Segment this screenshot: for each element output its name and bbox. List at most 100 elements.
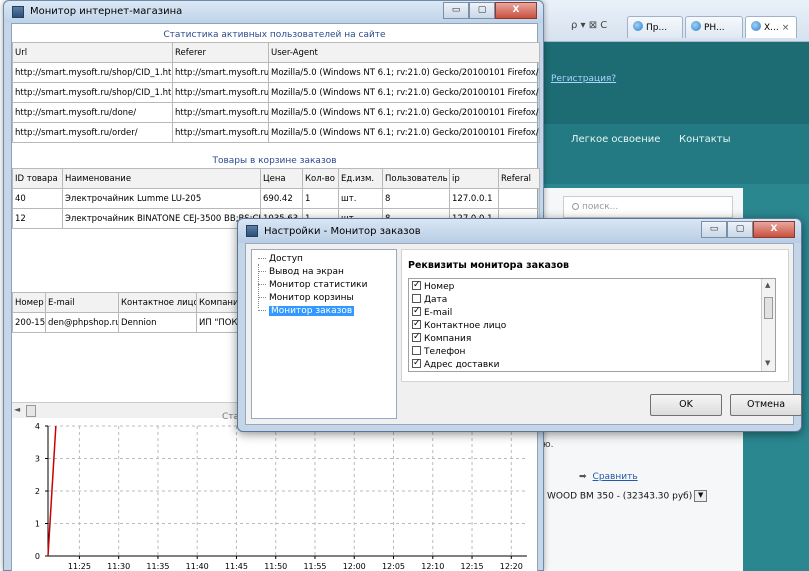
field-checkbox-item[interactable]: Дата (412, 294, 447, 305)
field-checkbox-item[interactable]: Компания (412, 331, 472, 344)
dialog-minimize-button[interactable]: ▭ (701, 221, 727, 238)
site-search-input[interactable]: поиск... (563, 196, 733, 218)
compare-row: ➡ Сравнить (579, 472, 638, 482)
loading-icon (751, 21, 761, 31)
browser-tab-3[interactable]: X... × (745, 16, 797, 38)
active_users-col-header[interactable]: User-Agent (268, 42, 540, 63)
orders-col-header[interactable]: E-mail (45, 292, 119, 313)
x-tick-label: 11:50 (264, 562, 287, 571)
tree-item-label: Доступ (269, 254, 303, 264)
close-tab-icon[interactable]: × (782, 23, 790, 33)
settings-dialog: Настройки - Монитор заказов ▭ ▢ X Доступ… (237, 218, 802, 432)
checkbox-unchecked[interactable] (412, 294, 421, 303)
table-row[interactable]: http://smart.mysoft.ru/shop/CID_1.html ht… (12, 62, 540, 83)
checkbox-checked[interactable] (412, 318, 421, 330)
scroll-up-icon[interactable]: ▲ (765, 281, 770, 289)
close-button[interactable]: X (495, 2, 537, 19)
scroll-thumb[interactable] (764, 297, 773, 319)
tree-item[interactable]: Монитор заказов (258, 306, 355, 316)
table-row[interactable]: 200-15 den@phpshop.ru Dennion ИП "ПОК (12, 312, 253, 333)
chevron-down-icon[interactable]: ▼ (694, 490, 708, 502)
tree-item[interactable]: Вывод на экран (258, 267, 344, 277)
orders-col-header[interactable]: Контактное лицо (118, 292, 197, 313)
scroll-down-icon[interactable]: ▼ (765, 359, 770, 367)
table-cell: Mozilla/5.0 (Windows NT 6.1; rv:21.0) Ge… (268, 62, 540, 83)
checkbox-checked[interactable] (412, 357, 421, 369)
ie-icon (691, 21, 701, 31)
table-row[interactable]: http://smart.mysoft.ru/order/http://smar… (12, 122, 540, 143)
browser-tab-2[interactable]: PH... (685, 16, 743, 38)
site-nav: Легкое освоение Контакты (535, 124, 809, 184)
active_users-col-header[interactable]: Url (12, 42, 173, 63)
dialog-client: Доступ Вывод на экран Монитор статистики Мо… (245, 243, 802, 425)
orders-table: Номер E-mail Контактное лицо Компания 200-1… (12, 292, 253, 333)
nav-item-easy[interactable]: Легкое освоение (571, 134, 660, 145)
field-checkbox-item[interactable]: E-mail (412, 305, 452, 318)
checkbox-checked[interactable] (412, 279, 421, 291)
minimize-button[interactable]: ▭ (443, 2, 469, 19)
dialog-close-button[interactable]: X (753, 221, 795, 238)
maximize-button[interactable]: ▢ (469, 2, 495, 19)
table-cell: Электрочайник BINATONE CEJ-3500 BB;BS;CP (62, 208, 261, 229)
cancel-button[interactable]: Отмена (730, 394, 802, 416)
checkbox-checked[interactable] (412, 331, 421, 343)
table-row[interactable]: http://smart.mysoft.ru/done/http://smart… (12, 102, 540, 123)
tree-branch (258, 284, 266, 285)
fields-vertical-scrollbar[interactable]: ▲ ▼ (761, 279, 775, 371)
field-label: Дата (424, 295, 448, 305)
tree-item-label: Монитор корзины (269, 293, 354, 303)
x-tick-label: 11:30 (107, 562, 130, 571)
monitor-titlebar[interactable]: Монитор интернет-магазина ▭ ▢ X (4, 1, 543, 23)
y-tick-label: 0 (35, 552, 40, 561)
field-checkbox-item[interactable]: Телефон (412, 346, 465, 357)
field-label: Компания (424, 334, 472, 344)
cart-col-header[interactable]: ID товара (12, 168, 63, 189)
dialog-maximize-button[interactable]: ▢ (727, 221, 753, 238)
field-checkbox-item[interactable]: Контактное лицо (412, 318, 507, 331)
scroll-thumb[interactable] (26, 405, 36, 417)
field-label: Контактное лицо (424, 321, 507, 331)
search-icon (572, 203, 579, 210)
x-tick-label: 11:40 (186, 562, 209, 571)
browser-tab-1[interactable]: Пр... (627, 16, 683, 38)
compare-link[interactable]: Сравнить (593, 472, 638, 482)
ok-button[interactable]: OK (650, 394, 722, 416)
active_users-col-header[interactable]: Referer (172, 42, 269, 63)
table-cell: Mozilla/5.0 (Windows NT 6.1; rv:21.0) Ge… (268, 102, 540, 123)
tree-item[interactable]: Монитор статистики (258, 280, 367, 290)
table-row[interactable]: http://smart.mysoft.ru/shop/CID_1.html ht… (12, 82, 540, 103)
table-cell: http://smart.mysoft.ru/ (172, 122, 269, 143)
cart-col-header[interactable]: Цена (260, 168, 303, 189)
site-text-fragment: ю. (543, 440, 554, 450)
cart-col-header[interactable]: ip (449, 168, 499, 189)
dialog-titlebar[interactable]: Настройки - Монитор заказов ▭ ▢ X (238, 219, 801, 243)
orders-col-header[interactable]: Номер (12, 292, 46, 313)
cart-col-header[interactable]: Referal (498, 168, 540, 189)
tree-branch (258, 271, 266, 272)
ie-icon (633, 21, 643, 31)
product-select[interactable]: WOOD BM 350 - (32343.30 руб) ▼ (547, 490, 708, 502)
cart-col-header[interactable]: Ед.изм. (338, 168, 383, 189)
tree-item-label: Монитор заказов (269, 306, 355, 316)
field-checkbox-item[interactable]: Номер (412, 279, 454, 292)
nav-item-contacts[interactable]: Контакты (679, 134, 730, 145)
table-cell: 8 (382, 188, 450, 209)
active-users-heading: Статистика активных пользователей на сай… (163, 30, 386, 40)
tree-item[interactable]: Доступ (258, 254, 303, 264)
cart-col-header[interactable]: Наименование (62, 168, 261, 189)
register-link[interactable]: Регистрация? (551, 74, 616, 84)
address-bar-controls[interactable]: ρ ▾ ⊠ C (571, 20, 607, 31)
y-tick-label: 3 (35, 455, 40, 464)
checkbox-checked[interactable] (412, 305, 421, 317)
cart-col-header[interactable]: Пользователь (382, 168, 450, 189)
scroll-left-icon[interactable]: ◄ (14, 405, 24, 417)
table-cell: http://smart.mysoft.ru/shop/CID_1.html (12, 82, 173, 103)
tree-branch (258, 310, 266, 311)
cart-col-header[interactable]: Кол-во (302, 168, 339, 189)
table-cell: 1 (302, 188, 339, 209)
chart-canvas: 0 1 2 3 4 11:25 11:30 11:35 11:40 11:45 11:50 11:55… (35, 422, 527, 571)
field-checkbox-item[interactable]: Адрес доставки (412, 357, 499, 370)
table-row[interactable]: 40 Электрочайник Lumme LU-205 690.42 1 шт. 8 1… (12, 188, 540, 209)
checkbox-unchecked[interactable] (412, 346, 421, 355)
tree-item[interactable]: Монитор корзины (258, 293, 354, 303)
